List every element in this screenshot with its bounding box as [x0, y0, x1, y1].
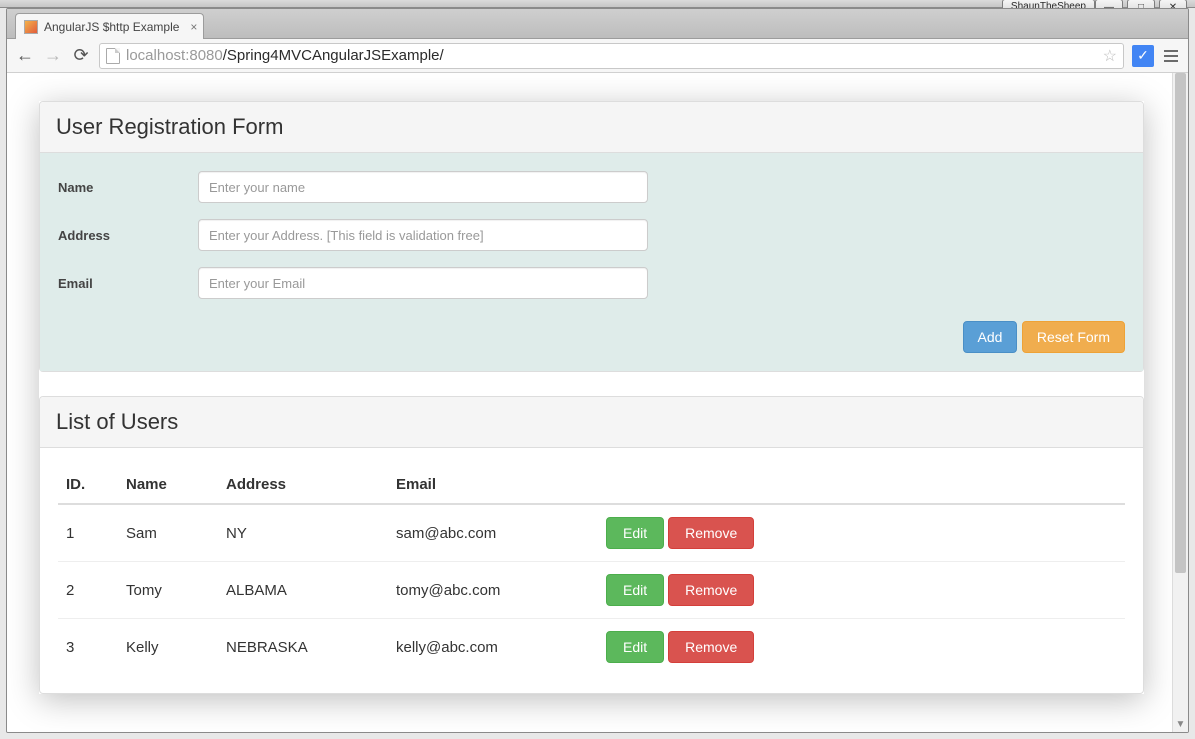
- bookmark-star-icon[interactable]: ☆: [1103, 46, 1117, 66]
- edit-button[interactable]: Edit: [606, 517, 664, 549]
- remove-button[interactable]: Remove: [668, 517, 754, 549]
- url-port: :8080: [185, 47, 223, 64]
- remove-button[interactable]: Remove: [668, 631, 754, 663]
- table-header-row: ID. Name Address Email: [58, 466, 1125, 504]
- cell-id: 3: [58, 619, 118, 676]
- cell-address: NEBRASKA: [218, 619, 388, 676]
- cell-address: ALBAMA: [218, 562, 388, 619]
- registration-heading: User Registration Form: [40, 102, 1143, 153]
- url-host: localhost: [126, 47, 185, 64]
- name-input[interactable]: [198, 171, 648, 203]
- email-input[interactable]: [198, 267, 648, 299]
- vertical-scrollbar[interactable]: ▼: [1172, 73, 1188, 732]
- browser-toolbar: ← → ⟳ localhost:8080/Spring4MVCAngularJS…: [7, 39, 1188, 73]
- users-table: ID. Name Address Email 1SamNYsam@abc.com…: [58, 466, 1125, 675]
- scrollbar-thumb[interactable]: [1175, 73, 1186, 573]
- forward-button[interactable]: →: [43, 45, 63, 66]
- registration-body: Name Address Email Add: [40, 153, 1143, 371]
- cell-name: Tomy: [118, 562, 218, 619]
- registration-panel: User Registration Form Name Address Emai…: [39, 101, 1144, 372]
- hamburger-menu-icon[interactable]: [1162, 48, 1180, 64]
- cell-email: sam@abc.com: [388, 504, 598, 562]
- scrollbar-down-arrow-icon[interactable]: ▼: [1173, 719, 1188, 730]
- back-button[interactable]: ←: [15, 45, 35, 66]
- page-content: User Registration Form Name Address Emai…: [7, 73, 1172, 732]
- add-button[interactable]: Add: [963, 321, 1018, 353]
- favicon-icon: [24, 20, 38, 34]
- cell-id: 1: [58, 504, 118, 562]
- cell-actions: EditRemove: [598, 619, 1125, 676]
- cell-actions: EditRemove: [598, 504, 1125, 562]
- browser-tab[interactable]: AngularJS $http Example ×: [15, 13, 204, 39]
- cell-email: tomy@abc.com: [388, 562, 598, 619]
- cell-email: kelly@abc.com: [388, 619, 598, 676]
- table-row: 3KellyNEBRASKAkelly@abc.comEditRemove: [58, 619, 1125, 676]
- address-bar[interactable]: localhost:8080/Spring4MVCAngularJSExampl…: [99, 43, 1124, 69]
- page-icon: [106, 48, 120, 64]
- cell-name: Sam: [118, 504, 218, 562]
- url-path: /Spring4MVCAngularJSExample/: [223, 47, 444, 64]
- col-id: ID.: [58, 466, 118, 504]
- address-input[interactable]: [198, 219, 648, 251]
- cell-address: NY: [218, 504, 388, 562]
- edit-button[interactable]: Edit: [606, 574, 664, 606]
- col-name: Name: [118, 466, 218, 504]
- cell-id: 2: [58, 562, 118, 619]
- cell-name: Kelly: [118, 619, 218, 676]
- form-row-address: Address: [58, 219, 1125, 251]
- users-panel: List of Users ID. Name Address Email: [39, 396, 1144, 694]
- email-label: Email: [58, 276, 198, 291]
- col-actions: [598, 466, 1125, 504]
- table-row: 2TomyALBAMAtomy@abc.comEditRemove: [58, 562, 1125, 619]
- content-container: User Registration Form Name Address Emai…: [39, 101, 1144, 694]
- form-actions: Add Reset Form: [58, 315, 1125, 353]
- edit-button[interactable]: Edit: [606, 631, 664, 663]
- col-address: Address: [218, 466, 388, 504]
- tab-strip: AngularJS $http Example ×: [7, 9, 1188, 39]
- col-email: Email: [388, 466, 598, 504]
- extension-button[interactable]: ✓: [1132, 45, 1154, 67]
- form-row-name: Name: [58, 171, 1125, 203]
- remove-button[interactable]: Remove: [668, 574, 754, 606]
- cell-actions: EditRemove: [598, 562, 1125, 619]
- reset-button[interactable]: Reset Form: [1022, 321, 1125, 353]
- tab-title: AngularJS $http Example: [44, 20, 179, 34]
- reload-button[interactable]: ⟳: [71, 45, 91, 66]
- tab-close-icon[interactable]: ×: [190, 20, 197, 34]
- users-heading: List of Users: [40, 397, 1143, 448]
- address-label: Address: [58, 228, 198, 243]
- users-body: ID. Name Address Email 1SamNYsam@abc.com…: [40, 448, 1143, 693]
- browser-window: AngularJS $http Example × ← → ⟳ localhos…: [6, 8, 1189, 733]
- name-label: Name: [58, 180, 198, 195]
- page-viewport: User Registration Form Name Address Emai…: [7, 73, 1188, 732]
- table-row: 1SamNYsam@abc.comEditRemove: [58, 504, 1125, 562]
- form-row-email: Email: [58, 267, 1125, 299]
